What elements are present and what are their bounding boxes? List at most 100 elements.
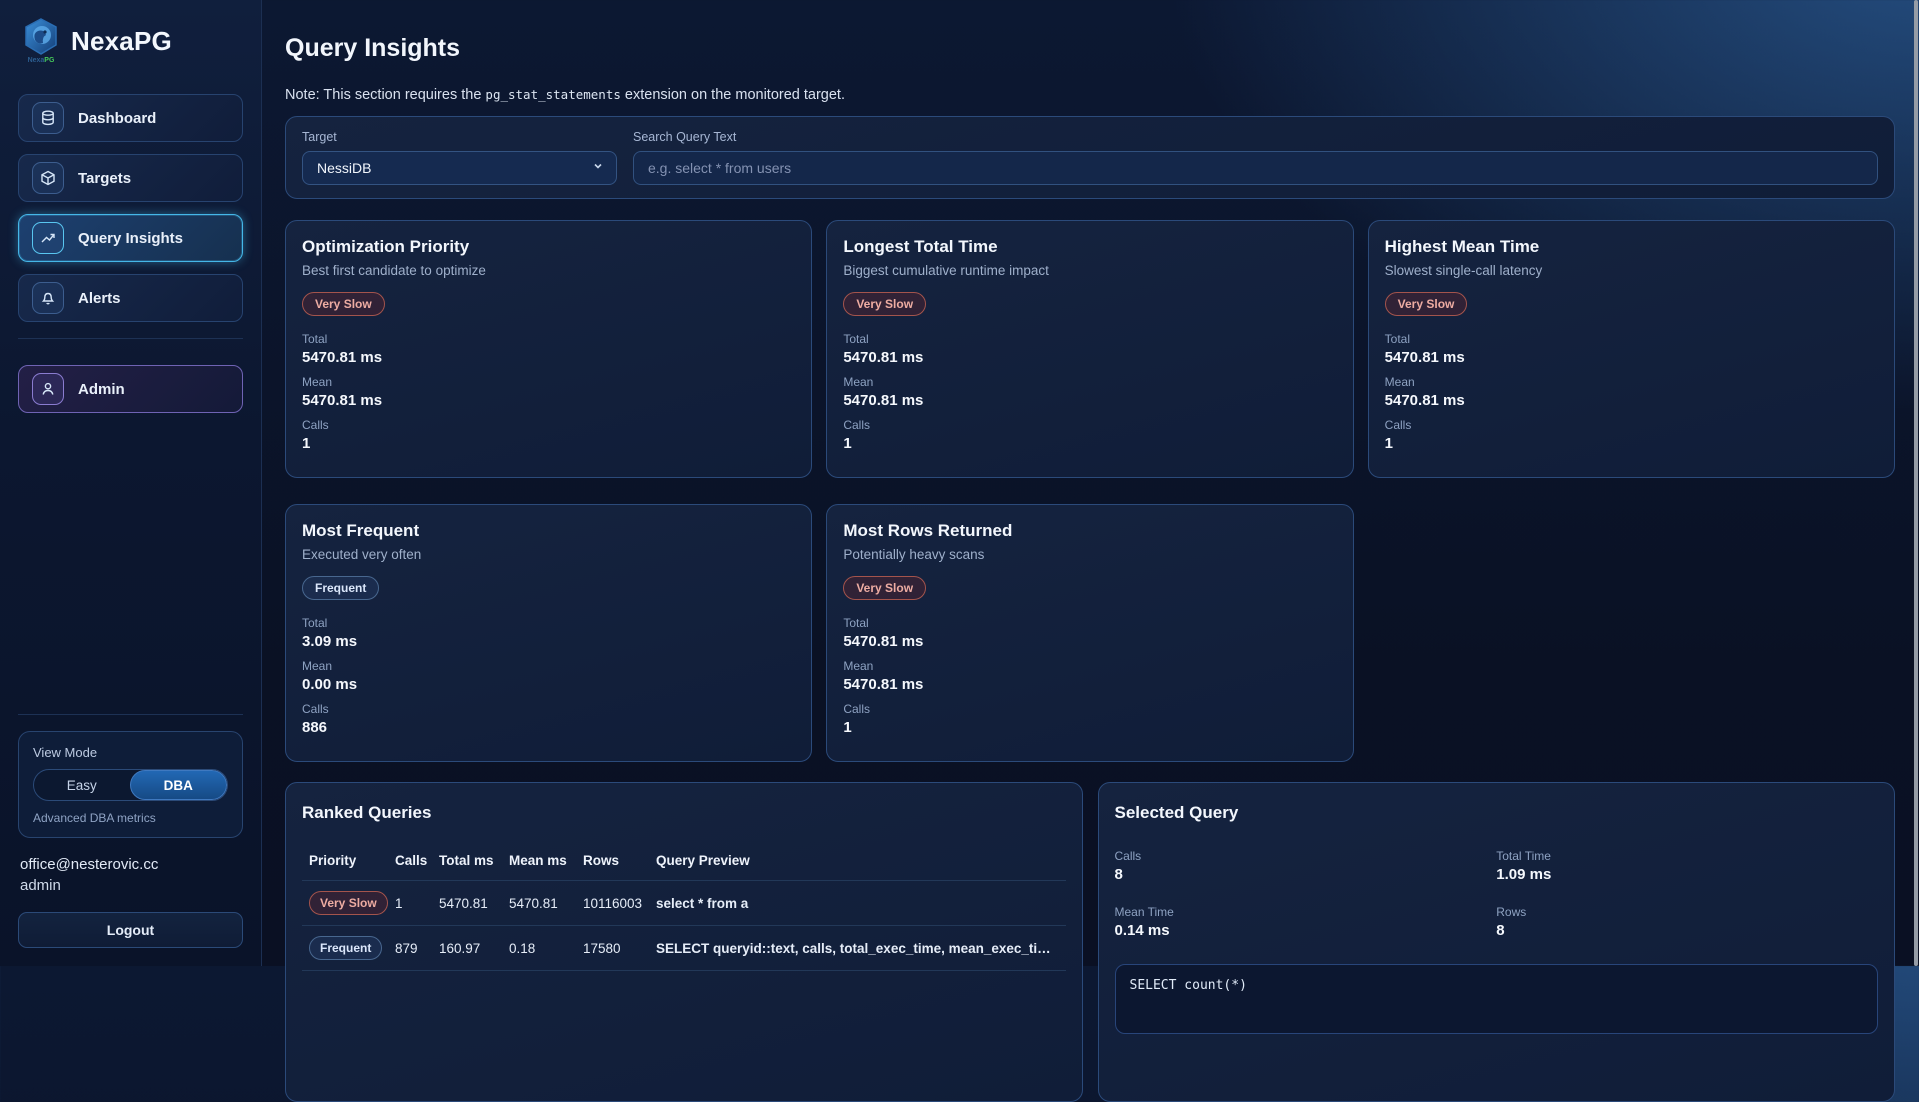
cell-calls: 1: [388, 896, 432, 911]
sidebar: NexaPG NexaPG Dashboard Targets: [0, 0, 262, 966]
stat-label: Rows: [1496, 905, 1878, 919]
vertical-scrollbar[interactable]: [1914, 0, 1918, 966]
stat: Total5470.81 ms: [302, 332, 795, 366]
stat-value: 5470.81 ms: [1385, 349, 1878, 366]
note-text: Note: This section requires the pg_stat_…: [285, 87, 1895, 103]
target-select[interactable]: NessiDB: [302, 151, 617, 185]
status-badge: Frequent: [309, 936, 382, 960]
card-title: Highest Mean Time: [1385, 237, 1878, 257]
sql-preview: SELECT count(*): [1130, 978, 1864, 993]
sidebar-item-label: Targets: [78, 170, 131, 187]
stat-value: 8: [1115, 866, 1497, 883]
column-header-mean-ms: Mean ms: [502, 853, 576, 868]
insight-card-most-rows-returned: Most Rows Returned Potentially heavy sca…: [826, 504, 1353, 762]
filter-card: Target NessiDB Search Query Text: [285, 116, 1895, 199]
stat: Total Time1.09 ms: [1496, 849, 1878, 883]
cell-mean-ms: 0.18: [502, 941, 576, 956]
page-title: Query Insights: [285, 34, 1895, 63]
stat-label: Total: [1385, 332, 1878, 346]
sidebar-item-label: Dashboard: [78, 110, 156, 127]
search-field: Search Query Text: [633, 130, 1878, 185]
brand-logo-icon: NexaPG: [20, 18, 62, 64]
stat-value: 5470.81 ms: [843, 676, 1336, 693]
column-header-priority: Priority: [302, 853, 388, 868]
cell-rows: 17580: [576, 941, 649, 956]
stat-label: Calls: [843, 418, 1336, 432]
sidebar-item-query-insights[interactable]: Query Insights: [18, 214, 243, 262]
table-row[interactable]: Frequent 879 160.97 0.18 17580 SELECT qu…: [302, 926, 1066, 971]
sidebar-divider: [18, 338, 243, 339]
sidebar-item-admin[interactable]: Admin: [18, 365, 243, 413]
toggle-option-easy[interactable]: Easy: [34, 770, 130, 800]
stat: Calls 1: [843, 418, 1336, 452]
column-header-rows: Rows: [576, 853, 649, 868]
stat-label: Total: [843, 616, 1336, 630]
stat: Calls 1: [302, 418, 795, 452]
note-prefix: Note: This section requires the: [285, 87, 485, 103]
stat: Calls8: [1115, 849, 1497, 883]
insight-card-optimization-priority: Optimization Priority Best first candida…: [285, 220, 812, 478]
card-subtitle: Slowest single-call latency: [1385, 263, 1878, 278]
table-row[interactable]: Very Slow 1 5470.81 5470.81 10116003 sel…: [302, 881, 1066, 926]
column-header-calls: Calls: [388, 853, 432, 868]
stat: Total 5470.81 ms: [1385, 332, 1878, 366]
insight-cards-grid: Optimization Priority Best first candida…: [285, 220, 1895, 762]
stat-value: 886: [302, 719, 795, 736]
sql-preview-box: SELECT count(*): [1115, 964, 1879, 1034]
stat-label: Total: [302, 332, 795, 346]
status-badge: Very Slow: [302, 292, 385, 316]
sidebar-item-targets[interactable]: Targets: [18, 154, 243, 202]
stat: Mean5470.81 ms: [843, 375, 1336, 409]
bottom-section: Ranked Queries Priority Calls Total ms M…: [285, 782, 1895, 1102]
search-input[interactable]: [633, 151, 1878, 185]
status-badge: Very Slow: [1385, 292, 1468, 316]
stat-label: Mean: [1385, 375, 1878, 389]
sidebar-item-alerts[interactable]: Alerts: [18, 274, 243, 322]
view-mode-panel: View Mode Easy DBA Advanced DBA metrics: [18, 731, 243, 838]
stat-label: Calls: [302, 418, 795, 432]
bell-icon: [32, 282, 64, 314]
cell-query-preview: SELECT queryid::text, calls, total_exec_…: [649, 941, 1066, 956]
stat: Rows 8: [1496, 905, 1878, 939]
sidebar-footer: View Mode Easy DBA Advanced DBA metrics …: [18, 714, 243, 948]
cell-priority: Frequent: [302, 936, 388, 960]
sidebar-item-label: Alerts: [78, 290, 121, 307]
sidebar-item-label: Query Insights: [78, 230, 183, 247]
column-header-total-ms: Total ms: [432, 853, 502, 868]
stat: Mean0.00 ms: [302, 659, 795, 693]
database-icon: [32, 102, 64, 134]
sidebar-item-label: Admin: [78, 381, 125, 398]
card-subtitle: Potentially heavy scans: [843, 547, 1336, 562]
stat: Total 5470.81 ms: [843, 616, 1336, 650]
brand-logo-caption: NexaPG: [20, 57, 62, 64]
cell-priority: Very Slow: [302, 891, 388, 915]
cell-calls: 879: [388, 941, 432, 956]
stat-label: Mean Time: [1115, 905, 1497, 919]
card-title: Most Frequent: [302, 521, 795, 541]
stat-value: 5470.81 ms: [843, 633, 1336, 650]
stat-value: 5470.81 ms: [843, 349, 1336, 366]
ranked-queries-title: Ranked Queries: [302, 803, 1066, 823]
stat: Calls886: [302, 702, 795, 736]
stat: Total3.09 ms: [302, 616, 795, 650]
logout-button[interactable]: Logout: [18, 912, 243, 948]
status-badge: Very Slow: [843, 576, 926, 600]
stat-value: 8: [1496, 922, 1878, 939]
sidebar-item-dashboard[interactable]: Dashboard: [18, 94, 243, 142]
note-code: pg_stat_statements: [485, 87, 620, 102]
brand: NexaPG NexaPG: [20, 18, 243, 64]
toggle-option-dba[interactable]: DBA: [130, 770, 228, 800]
stat: Calls1: [843, 702, 1336, 736]
target-label: Target: [302, 130, 617, 144]
sidebar-divider: [18, 714, 243, 715]
stat-value: 0.00 ms: [302, 676, 795, 693]
stat-value: 1: [843, 435, 1336, 452]
stat-label: Mean: [302, 375, 795, 389]
card-title: Longest Total Time: [843, 237, 1336, 257]
user-email: office@nesterovic.cc: [20, 856, 243, 873]
status-badge: Very Slow: [843, 292, 926, 316]
stat-label: Calls: [1385, 418, 1878, 432]
stat-value: 1: [302, 435, 795, 452]
stat-label: Total: [843, 332, 1336, 346]
stat-label: Calls: [843, 702, 1336, 716]
